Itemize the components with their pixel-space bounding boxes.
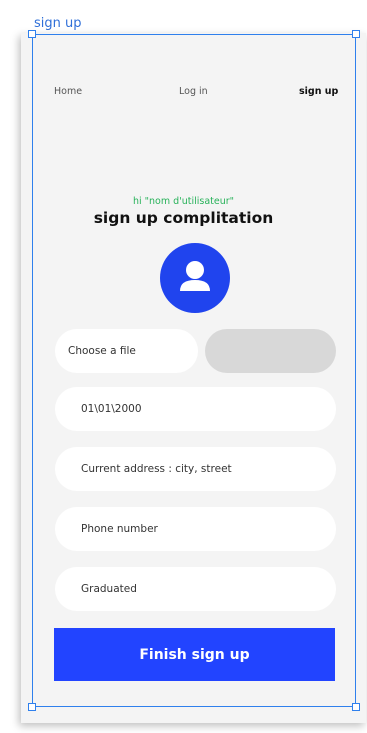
choose-file-field[interactable]: Choose a file <box>55 329 198 373</box>
resize-handle-bottom-right[interactable] <box>352 703 360 711</box>
nav-login-link[interactable]: Log in <box>179 86 208 97</box>
graduated-placeholder: Graduated <box>81 583 137 595</box>
birthdate-field[interactable]: 01\01\2000 <box>55 387 336 431</box>
resize-handle-top-left[interactable] <box>28 30 36 38</box>
choose-file-label: Choose a file <box>68 345 136 357</box>
frame-label: sign up <box>34 16 82 31</box>
graduated-field[interactable]: Graduated <box>55 567 336 611</box>
address-placeholder: Current address : city, street <box>81 463 232 475</box>
avatar[interactable] <box>160 243 230 313</box>
phone-frame <box>21 33 366 723</box>
resize-handle-bottom-left[interactable] <box>28 703 36 711</box>
resize-handle-top-right[interactable] <box>352 30 360 38</box>
page-title: sign up complitation <box>93 209 274 227</box>
nav-home-link[interactable]: Home <box>54 86 82 97</box>
birthdate-value: 01\01\2000 <box>81 403 142 415</box>
user-icon <box>180 261 210 291</box>
nav-signup-link[interactable]: sign up <box>299 86 338 97</box>
file-browse-button[interactable] <box>205 329 336 373</box>
greeting-text: hi "nom d'utilisateur" <box>132 196 235 207</box>
phone-field[interactable]: Phone number <box>55 507 336 551</box>
phone-placeholder: Phone number <box>81 523 158 535</box>
address-field[interactable]: Current address : city, street <box>55 447 336 491</box>
finish-sign-up-button[interactable]: Finish sign up <box>54 628 335 681</box>
